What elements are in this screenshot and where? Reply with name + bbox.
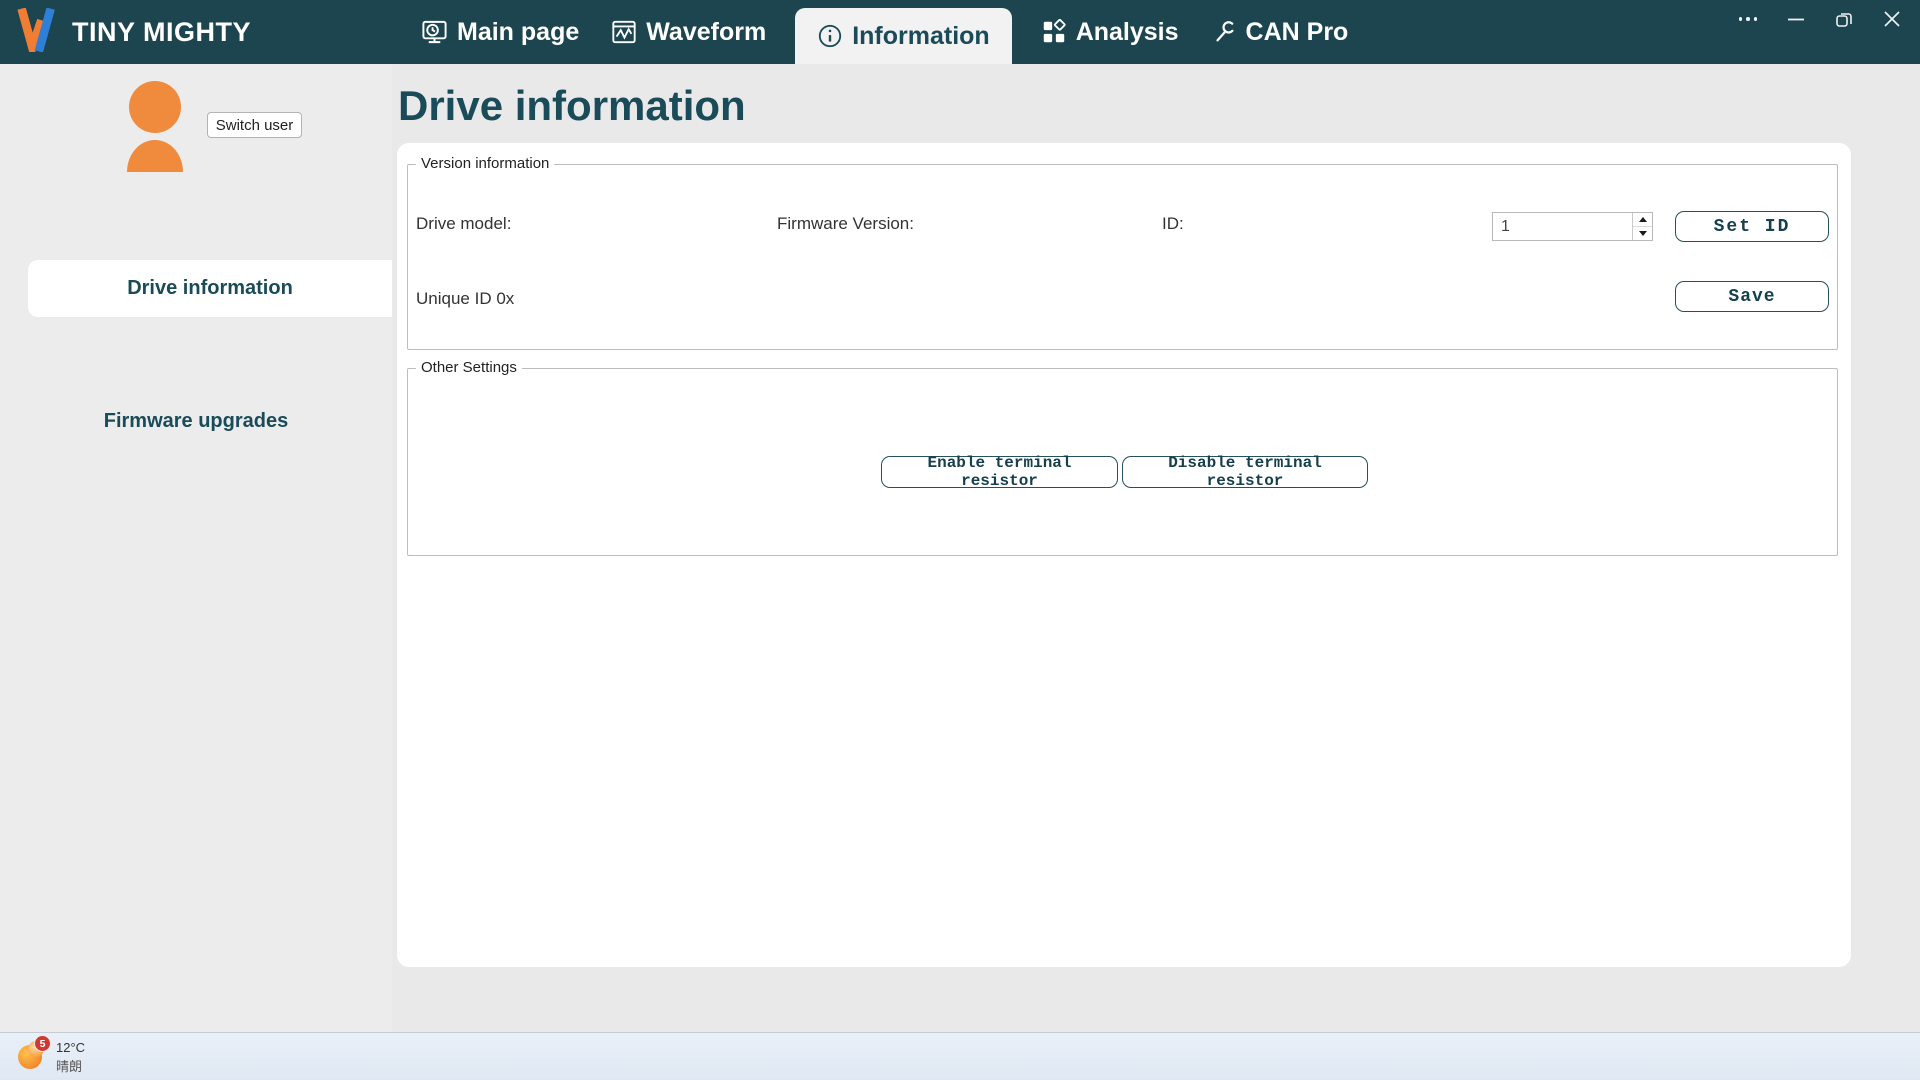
- tab-main-page[interactable]: Main page: [418, 0, 582, 64]
- page-title: Drive information: [398, 82, 746, 130]
- restore-icon[interactable]: [1834, 9, 1854, 29]
- monitor-gauge-icon: [421, 19, 448, 46]
- weather-widget[interactable]: 5 12°C 晴朗: [12, 1035, 132, 1079]
- up-arrow-icon: [1639, 217, 1647, 222]
- spinner-up-button[interactable]: [1633, 213, 1652, 227]
- tab-label: Information: [852, 22, 990, 51]
- id-input[interactable]: [1493, 213, 1632, 240]
- id-label: ID:: [1162, 214, 1184, 234]
- sidebar-item-firmware-upgrades[interactable]: Firmware upgrades: [0, 396, 392, 446]
- unique-id-label: Unique ID 0x: [416, 289, 514, 309]
- minimize-icon[interactable]: [1786, 9, 1806, 29]
- notification-badge: 5: [34, 1035, 51, 1052]
- version-information-group: Version information Drive model: Firmwar…: [407, 164, 1838, 350]
- spinner-arrows: [1632, 213, 1652, 240]
- tab-can-pro[interactable]: CAN Pro: [1208, 0, 1352, 64]
- temperature-label: 12°C: [56, 1040, 85, 1055]
- tab-information[interactable]: Information: [795, 8, 1012, 64]
- tiny-mighty-logo-icon: [16, 8, 62, 57]
- other-settings-group: Other Settings Enable terminal resistor …: [407, 368, 1838, 556]
- nav-tabs: Main page Waveform: [418, 0, 1351, 64]
- more-options-icon[interactable]: [1738, 9, 1758, 29]
- disable-terminal-resistor-button[interactable]: Disable terminal resistor: [1122, 456, 1368, 488]
- wrench-icon: [1211, 19, 1237, 45]
- tab-analysis[interactable]: Analysis: [1038, 0, 1182, 64]
- switch-user-button[interactable]: Switch user: [207, 112, 302, 138]
- weather-condition-label: 晴朗: [56, 1056, 82, 1075]
- down-arrow-icon: [1639, 231, 1647, 236]
- user-avatar: [122, 80, 188, 177]
- brand: TINY MIGHTY: [16, 8, 251, 57]
- group-legend: Version information: [416, 155, 554, 172]
- taskbar: 5 12°C 晴朗 W: [0, 1032, 1920, 1080]
- blocks-icon: [1041, 19, 1067, 45]
- tab-label: CAN Pro: [1246, 18, 1349, 47]
- main-content: Drive information Version information Dr…: [392, 64, 1920, 1032]
- app-window: TINY MIGHTY Main page: [0, 0, 1920, 1080]
- sidebar-item-drive-information[interactable]: Drive information: [28, 260, 392, 317]
- content-card: Version information Drive model: Firmwar…: [397, 143, 1851, 967]
- firmware-version-label: Firmware Version:: [777, 214, 914, 234]
- window-controls: [1738, 0, 1902, 38]
- save-button[interactable]: Save: [1675, 281, 1829, 312]
- sidebar: Switch user Drive information Firmware u…: [0, 64, 392, 1032]
- drive-model-label: Drive model:: [416, 214, 511, 234]
- enable-terminal-resistor-button[interactable]: Enable terminal resistor: [881, 456, 1118, 488]
- set-id-button[interactable]: Set ID: [1675, 211, 1829, 242]
- spinner-down-button[interactable]: [1633, 227, 1652, 240]
- tab-label: Analysis: [1076, 18, 1179, 47]
- brand-name: TINY MIGHTY: [72, 17, 251, 48]
- info-circle-icon: [817, 23, 843, 49]
- group-legend: Other Settings: [416, 359, 522, 376]
- tab-label: Waveform: [646, 18, 766, 47]
- title-bar: TINY MIGHTY Main page: [0, 0, 1920, 64]
- waveform-icon: [611, 19, 637, 45]
- tab-waveform[interactable]: Waveform: [608, 0, 769, 64]
- close-icon[interactable]: [1882, 9, 1902, 29]
- id-spinner: [1492, 212, 1653, 241]
- tab-label: Main page: [457, 18, 579, 47]
